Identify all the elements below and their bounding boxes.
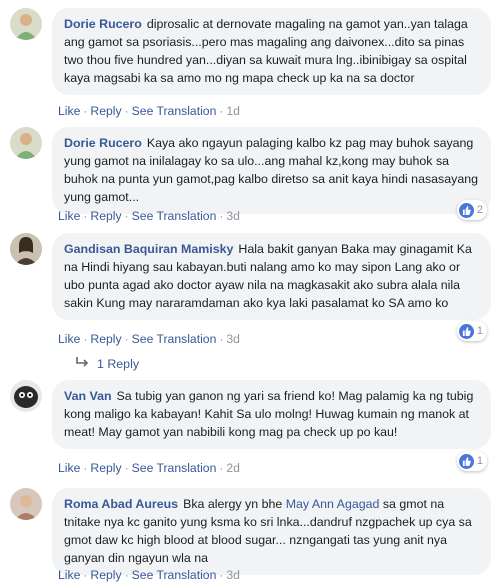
comment-text: Sa tubig yan ganon ng yari sa friend ko!…	[64, 389, 474, 439]
comment-author[interactable]: Dorie Rucero	[64, 17, 142, 31]
like-link[interactable]: Like	[58, 461, 80, 475]
comment-timestamp[interactable]: 3d	[226, 209, 240, 223]
comment-bubble: Van Van Sa tubig yan ganon ng yari sa fri…	[52, 380, 491, 449]
view-replies-link[interactable]: 1 Reply	[76, 357, 139, 371]
see-translation-link[interactable]: See Translation	[132, 104, 217, 118]
comment: Dorie Rucero Kaya ako ngayun palaging kal…	[10, 127, 491, 227]
like-reaction-icon	[458, 323, 474, 339]
comment-actions: Like · Reply · See Translation · 3d	[58, 209, 240, 223]
like-reaction-icon	[458, 202, 474, 218]
comment: Van Van Sa tubig yan ganon ng yari sa fri…	[10, 380, 491, 480]
avatar[interactable]	[10, 233, 42, 265]
see-translation-link[interactable]: See Translation	[132, 568, 217, 582]
reaction-count[interactable]: 1	[456, 321, 487, 341]
avatar[interactable]	[10, 380, 42, 412]
reply-arrow-icon	[76, 357, 89, 371]
comment: Dorie Rucero diprosalic at dernovate maga…	[10, 8, 491, 123]
mention-link[interactable]: May Ann Agagad	[286, 497, 380, 511]
reply-link[interactable]: Reply	[90, 209, 121, 223]
comment-bubble: Roma Abad Aureus Bka alergy yn bhe May An…	[52, 488, 491, 575]
comment-author[interactable]: Dorie Rucero	[64, 136, 142, 150]
reply-link[interactable]: Reply	[90, 568, 121, 582]
comment-timestamp[interactable]: 3d	[226, 332, 240, 346]
reply-link[interactable]: Reply	[90, 461, 121, 475]
comment-text-before: Bka alergy yn bhe	[183, 497, 283, 511]
avatar[interactable]	[10, 488, 42, 520]
comment: Roma Abad Aureus Bka alergy yn bhe May An…	[10, 488, 491, 584]
comment-author[interactable]: Roma Abad Aureus	[64, 497, 178, 511]
comment-actions: Like · Reply · See Translation · 3d	[58, 568, 240, 582]
comment-timestamp[interactable]: 2d	[226, 461, 240, 475]
like-link[interactable]: Like	[58, 568, 80, 582]
comment-actions: Like · Reply · See Translation · 3d	[58, 332, 240, 346]
like-link[interactable]: Like	[58, 209, 80, 223]
see-translation-link[interactable]: See Translation	[132, 209, 217, 223]
like-reaction-icon	[458, 453, 474, 469]
comment-actions: Like · Reply · See Translation · 2d	[58, 461, 240, 475]
reaction-count[interactable]: 2	[456, 200, 487, 220]
avatar[interactable]	[10, 127, 42, 159]
see-translation-link[interactable]: See Translation	[132, 461, 217, 475]
comment-author[interactable]: Van Van	[64, 389, 112, 403]
like-link[interactable]: Like	[58, 104, 80, 118]
comment-author[interactable]: Gandisan Baquiran Mamisky	[64, 242, 233, 256]
comment-bubble: Dorie Rucero diprosalic at dernovate maga…	[52, 8, 491, 95]
avatar[interactable]	[10, 8, 42, 40]
comment-bubble: Gandisan Baquiran Mamisky Hala bakit gany…	[52, 233, 491, 320]
reply-link[interactable]: Reply	[90, 104, 121, 118]
reaction-count[interactable]: 1	[456, 451, 487, 471]
comment-actions: Like · Reply · See Translation · 1d	[58, 104, 240, 118]
like-link[interactable]: Like	[58, 332, 80, 346]
see-translation-link[interactable]: See Translation	[132, 332, 217, 346]
comment-bubble: Dorie Rucero Kaya ako ngayun palaging kal…	[52, 127, 491, 214]
comment: Gandisan Baquiran Mamisky Hala bakit gany…	[10, 233, 491, 378]
comment-timestamp[interactable]: 1d	[226, 104, 240, 118]
comment-timestamp[interactable]: 3d	[226, 568, 240, 582]
reply-link[interactable]: Reply	[90, 332, 121, 346]
